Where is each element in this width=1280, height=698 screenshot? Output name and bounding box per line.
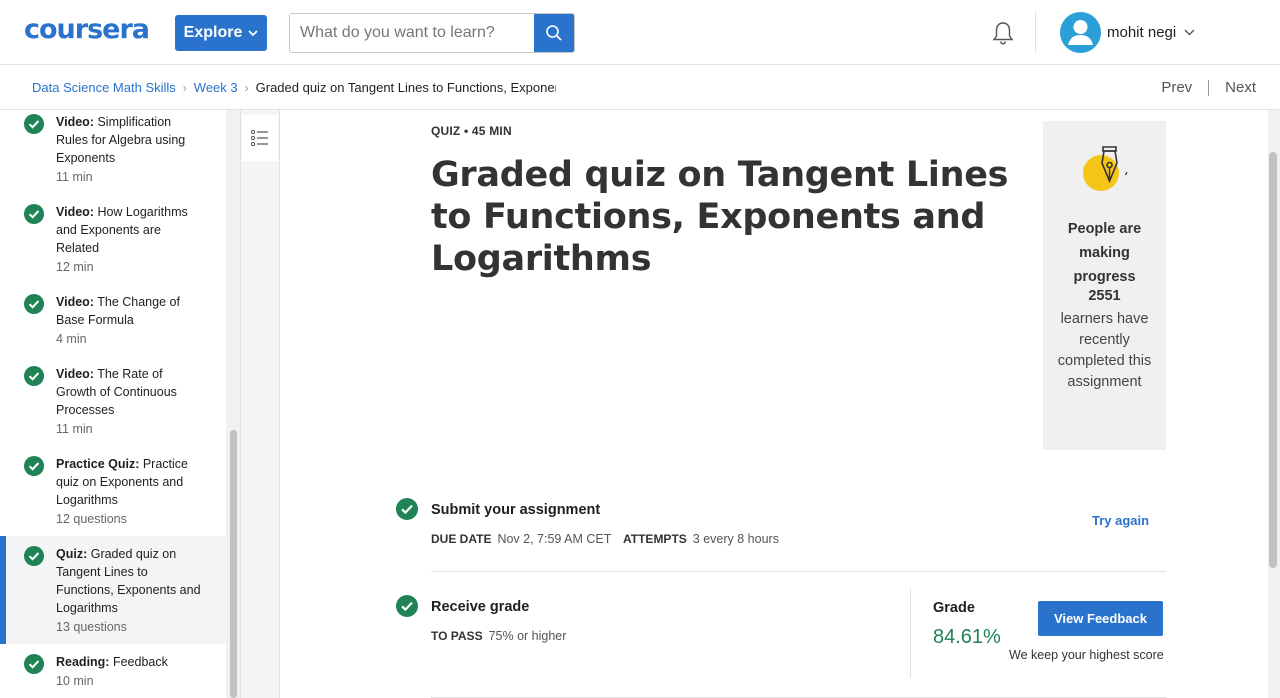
grade-value: 84.61% [933,626,1001,648]
user-name: mohit negi [1107,23,1177,41]
check-circle-icon [396,595,418,617]
highest-score-note: We keep your highest score [1009,648,1164,662]
user-menu[interactable]: mohit negi [1060,11,1195,53]
prev-next-nav: Prev Next [1161,79,1256,96]
due-date: DUE DATE Nov 2, 7:59 AM CET [431,532,612,546]
breadcrumb-course[interactable]: Data Science Math Skills [32,80,176,95]
pen-nib-icon [1083,146,1128,191]
pass-requirement: TO PASS 75% or higher [431,629,567,643]
sidebar-item-logarithms-exponents[interactable]: Video: How Logarithms and Exponents are … [0,200,226,290]
search-icon [546,25,562,41]
prev-link[interactable]: Prev [1161,79,1192,96]
main-scrollbar-thumb[interactable] [1269,152,1277,568]
chevron-right-icon: › [244,80,249,95]
try-again-link[interactable]: Try again [1092,513,1149,528]
sidebar-item-meta: 11 min [56,170,93,184]
sidebar-item-meta: 12 min [56,260,94,274]
grade-label: Grade [933,600,975,616]
progress-card-text: learners have recently completed this as… [1057,311,1152,390]
breadcrumb-week[interactable]: Week 3 [194,80,238,95]
sidebar-item-label: Video: The Rate of Growth of Continuous … [56,367,177,417]
receive-grade-title: Receive grade [431,599,530,615]
check-circle-icon [24,366,44,386]
section-divider [431,571,1166,572]
main-content: QUIZ • 45 MIN Graded quiz on Tangent Lin… [280,110,1268,698]
sidebar-item-label: Video: The Change of Base Formula [56,295,180,327]
sidebar-item-label: Video: How Logarithms and Exponents are … [56,205,188,255]
check-circle-icon [24,204,44,224]
breadcrumb-current: Graded quiz on Tangent Lines to Function… [255,80,556,95]
sidebar-item-rate-of-growth[interactable]: Video: The Rate of Growth of Continuous … [0,362,226,452]
user-avatar-icon [1060,11,1101,53]
next-link[interactable]: Next [1225,79,1256,96]
search-button[interactable] [534,14,574,52]
progress-card: People are making progress 2551 learners… [1043,121,1166,450]
sidebar-scrollbar-thumb[interactable] [230,430,237,698]
explore-button[interactable]: Explore [175,15,267,51]
grade-divider [910,588,911,678]
submit-assignment-title: Submit your assignment [431,502,601,518]
header-divider [1035,12,1036,52]
toggle-sidebar-button[interactable] [242,115,278,161]
coursera-logo[interactable]: coursera [24,14,150,45]
course-sidebar: Video: Simplification Rules for Algebra … [0,110,226,698]
top-header: coursera Explore mohit negi [0,0,1280,65]
list-icon [251,130,268,146]
chevron-down-icon [1184,29,1195,35]
attempts: ATTEMPTS 3 every 8 hours [623,532,779,546]
sidebar-item-label: Reading: Feedback [56,655,168,669]
sidebar-item-practice-quiz[interactable]: Practice Quiz: Practice quiz on Exponent… [0,452,226,536]
progress-card-heading: People are making progress [1067,221,1142,285]
learner-count: 2551 [1088,288,1121,304]
sidebar-item-meta: 10 min [56,674,94,688]
sidebar-item-label: Quiz: Graded quiz on Tangent Lines to Fu… [56,547,201,615]
search-box [289,13,575,53]
chevron-down-icon [248,29,258,36]
chevron-right-icon: › [182,80,187,95]
check-circle-icon [24,546,44,566]
check-circle-icon [396,498,418,520]
check-circle-icon [24,294,44,314]
sidebar-item-meta: 12 questions [56,512,127,526]
check-circle-icon [24,654,44,674]
sidebar-item-change-of-base[interactable]: Video: The Change of Base Formula 4 min [0,290,226,362]
search-input[interactable] [290,14,536,52]
nav-divider [1208,79,1210,96]
bell-icon[interactable] [990,20,1016,46]
explore-label: Explore [183,24,243,41]
sidebar-toggle-column [240,110,280,698]
sidebar-item-meta: 13 questions [56,620,127,634]
sidebar-item-label: Video: Simplification Rules for Algebra … [56,115,186,165]
view-feedback-button[interactable]: View Feedback [1038,601,1163,636]
check-circle-icon [24,114,44,134]
sidebar-item-meta: 11 min [56,422,93,436]
sidebar-item-label: Practice Quiz: Practice quiz on Exponent… [56,457,189,507]
sidebar-item-reading-feedback[interactable]: Reading: Feedback 10 min [0,644,226,698]
breadcrumb: Data Science Math Skills › Week 3 › Grad… [32,80,556,95]
check-circle-icon [24,456,44,476]
page-title: Graded quiz on Tangent Lines to Function… [431,155,1009,279]
sidebar-item-graded-quiz[interactable]: Quiz: Graded quiz on Tangent Lines to Fu… [0,536,226,644]
sidebar-item-meta: 4 min [56,332,87,346]
breadcrumb-bar: Data Science Math Skills › Week 3 › Grad… [0,65,1280,110]
sidebar-item-simplification-rules[interactable]: Video: Simplification Rules for Algebra … [0,110,226,200]
quiz-meta: QUIZ • 45 MIN [431,124,512,138]
